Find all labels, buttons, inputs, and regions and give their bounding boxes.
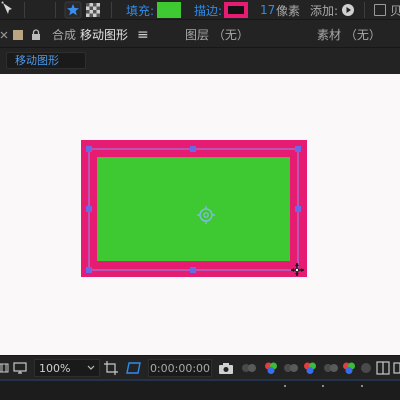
timeline-ticks <box>0 379 400 387</box>
handle-bottom-center[interactable] <box>190 267 196 273</box>
layout-icon[interactable] <box>376 356 390 380</box>
truncated-label: 贝 <box>390 3 400 18</box>
panel-menu-icon[interactable]: ≡ <box>137 21 149 48</box>
region-of-interest-icon[interactable] <box>104 356 120 380</box>
shape-fill[interactable] <box>97 157 290 261</box>
camera-icon[interactable] <box>219 356 235 380</box>
timecode-value: 0:00:00:00 <box>149 361 211 375</box>
fill-label[interactable]: 填充: <box>126 0 154 20</box>
timecode-field[interactable]: 0:00:00:00 <box>148 356 212 380</box>
stroke-width-unit: 像素 <box>276 3 301 18</box>
lock-icon[interactable] <box>31 21 43 48</box>
breadcrumb-bar: 移动图形 <box>0 48 400 74</box>
pin-tool-icon[interactable] <box>0 0 18 20</box>
fast-previews-icon[interactable] <box>341 356 359 380</box>
handle-top-center[interactable] <box>190 146 196 152</box>
handle-top-right[interactable] <box>295 146 301 152</box>
resolution-icon[interactable] <box>322 356 340 380</box>
breadcrumb[interactable]: 移动图形 <box>6 52 86 69</box>
tab-footage[interactable]: 素材 （无） <box>317 21 381 48</box>
handle-middle-left[interactable] <box>86 206 92 212</box>
show-snapshot-icon[interactable] <box>240 356 260 380</box>
composition-prefix: 合成 <box>52 28 77 42</box>
zoom-value: 100% <box>39 361 71 375</box>
toggle-transparency-icon[interactable] <box>359 356 373 380</box>
tab-layer[interactable]: 图层 （无） <box>185 21 249 48</box>
top-toolbar: 填充: 描边: 17 像素 添加: 贝 <box>0 0 400 20</box>
tab-composition[interactable]: 移动图形 <box>80 21 128 48</box>
zoom-select[interactable]: 100% <box>34 356 100 380</box>
handle-bottom-left[interactable] <box>86 267 92 273</box>
show-channel-icon[interactable] <box>282 356 300 380</box>
stroke-label[interactable]: 描边: <box>194 0 222 20</box>
canvas[interactable] <box>0 74 400 355</box>
timeline-strip <box>0 379 400 400</box>
play-circle-icon[interactable] <box>341 0 355 20</box>
checkbox-icon[interactable] <box>374 0 388 20</box>
handle-top-left[interactable] <box>86 146 92 152</box>
monitor-icon[interactable] <box>13 356 29 380</box>
panel-tab-bar: 合成 移动图形 ≡ 图层 （无） 素材 （无） <box>0 21 400 48</box>
checker-icon[interactable] <box>85 0 101 20</box>
mask-path-icon[interactable] <box>126 356 144 380</box>
composition-color-icon <box>13 21 23 48</box>
close-icon[interactable] <box>0 21 8 48</box>
viewer-bottom-bar: 100% 0:00:00:00 <box>0 355 400 379</box>
star-icon[interactable] <box>64 0 82 20</box>
handle-middle-right[interactable] <box>295 206 301 212</box>
chevron-down-icon <box>87 365 95 370</box>
color-management-icon[interactable] <box>302 356 320 380</box>
film-icon[interactable] <box>0 356 10 380</box>
stroke-swatch[interactable] <box>224 0 248 20</box>
overflow-icon[interactable] <box>393 356 400 380</box>
stroke-width-value[interactable]: 17 <box>260 0 275 20</box>
composition-viewer[interactable] <box>0 74 400 355</box>
rgb-channels-icon[interactable] <box>263 356 281 380</box>
fill-swatch[interactable] <box>157 0 181 20</box>
add-label: 添加: <box>310 3 339 18</box>
